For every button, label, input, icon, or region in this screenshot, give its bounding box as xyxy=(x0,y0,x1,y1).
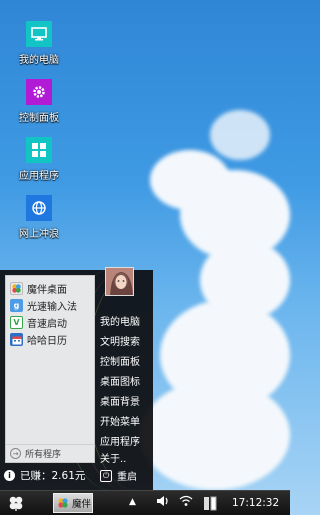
menu-item-start-menu[interactable]: 开始菜单 xyxy=(100,413,140,428)
program-item-guangsu-input[interactable]: g 光速输入法 xyxy=(6,297,94,314)
menu-item-desktop-background[interactable]: 桌面背景 xyxy=(100,393,140,408)
program-item-label: 魔伴桌面 xyxy=(27,285,67,296)
desktop-icon-label: 网上冲浪 xyxy=(19,229,59,240)
desktop-icon-applications[interactable]: 应用程序 xyxy=(0,137,78,182)
restart-button[interactable]: ⏻ 重启 xyxy=(100,468,137,483)
desktop-icon-web-surfing[interactable]: 网上冲浪 xyxy=(0,195,78,240)
clock[interactable]: 17:12:32 xyxy=(232,497,279,509)
menu-item-about[interactable]: 关于.. xyxy=(100,450,126,465)
info-icon: i xyxy=(4,470,15,481)
volume-icon[interactable] xyxy=(156,495,170,510)
menu-item-control-panel[interactable]: 控制面板 xyxy=(100,353,140,368)
all-programs-button[interactable]: → 所有程序 xyxy=(6,444,94,462)
mobanzhuomian-app-icon xyxy=(57,497,69,509)
desktop-icon-my-computer[interactable]: 我的电脑 xyxy=(0,21,78,66)
calendar-icon xyxy=(10,333,23,346)
program-item-mobanzhuomian[interactable]: 魔伴桌面 xyxy=(6,280,94,297)
taskbar-task-moban[interactable]: 魔伴 xyxy=(53,493,93,513)
monitor-icon xyxy=(26,21,52,47)
program-item-label: 光速输入法 xyxy=(27,302,77,313)
menu-item-search[interactable]: 文明搜索 xyxy=(100,333,140,348)
desktop-icon-control-panel[interactable]: 控制面板 xyxy=(0,79,78,124)
program-item-yinsu-launcher[interactable]: V 音速启动 xyxy=(6,314,94,331)
desktop-icon-label: 应用程序 xyxy=(19,171,59,182)
globe-icon xyxy=(26,195,52,221)
earnings-status: i 已赚：2.61元 xyxy=(4,468,85,483)
program-item-label: 哈哈日历 xyxy=(27,336,67,347)
yinsu-launcher-icon: V xyxy=(10,316,23,329)
all-programs-label: 所有程序 xyxy=(25,450,62,460)
arrow-right-icon: → xyxy=(10,448,21,459)
desktop-icon-label: 我的电脑 xyxy=(19,55,59,66)
clover-start-icon[interactable] xyxy=(8,495,24,514)
power-icon: ⏻ xyxy=(100,469,112,482)
guangsu-input-icon: g xyxy=(10,299,23,312)
program-list-panel: 魔伴桌面 g 光速输入法 V 音速启动 哈哈日历 → 所有程序 xyxy=(5,275,95,463)
menu-item-my-computer[interactable]: 我的电脑 xyxy=(100,313,140,328)
wifi-icon[interactable] xyxy=(179,495,193,510)
start-menu: 魔伴桌面 g 光速输入法 V 音速启动 哈哈日历 → 所有程序 我的电脑 文明搜… xyxy=(0,267,153,490)
menu-item-desktop-icons[interactable]: 桌面图标 xyxy=(100,373,140,388)
program-item-haha-calendar[interactable]: 哈哈日历 xyxy=(6,331,94,348)
program-item-label: 音速启动 xyxy=(27,319,67,330)
desktop-icon-label: 控制面板 xyxy=(19,113,59,124)
menu-item-applications[interactable]: 应用程序 xyxy=(100,433,140,448)
avatar[interactable] xyxy=(105,267,134,296)
battery-icon[interactable] xyxy=(203,495,217,514)
taskbar: 魔伴 ▲ 17:12:32 xyxy=(0,490,290,515)
mobanzhuomian-app-icon xyxy=(10,282,23,295)
taskbar-task-label: 魔伴 xyxy=(72,499,92,510)
earnings-label: 已赚：2.61元 xyxy=(20,470,86,482)
apps-grid-icon xyxy=(26,137,52,163)
gear-icon xyxy=(26,79,52,105)
arrow-up-icon[interactable]: ▲ xyxy=(129,497,136,507)
restart-label: 重启 xyxy=(117,472,137,483)
